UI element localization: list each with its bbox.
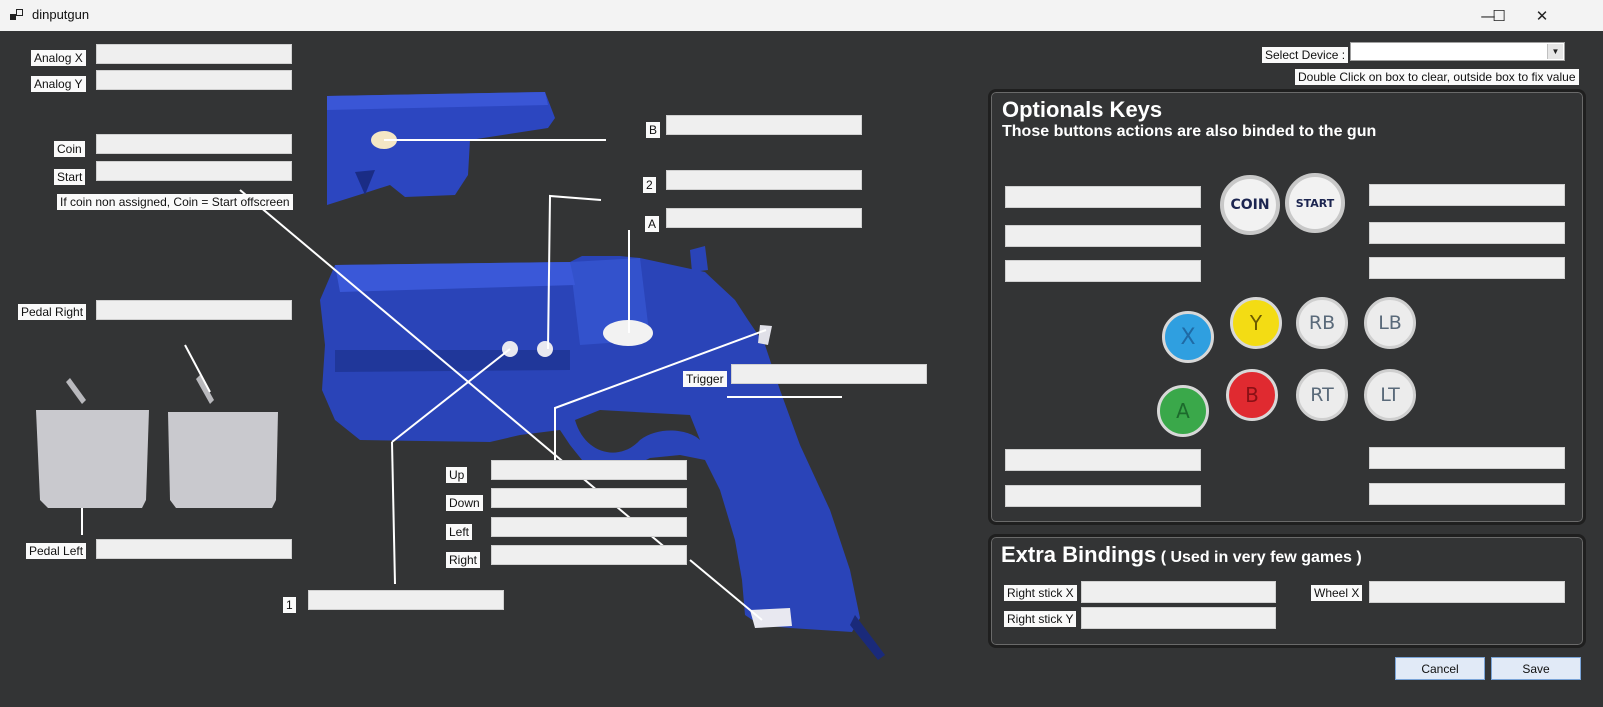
trigger-field[interactable] <box>731 364 927 384</box>
title-bar: dinputgun — ☐ ✕ <box>0 0 1603 31</box>
up-field[interactable] <box>491 460 687 480</box>
button-1-field[interactable] <box>308 590 504 610</box>
lt-button-icon[interactable]: LT <box>1364 369 1416 421</box>
button-1-label: 1 <box>283 597 296 613</box>
b-label: B <box>646 122 661 138</box>
left-field[interactable] <box>491 517 687 537</box>
coin-button-icon[interactable]: COIN <box>1220 175 1280 235</box>
pedal-left-label: Pedal Left <box>26 543 87 559</box>
select-device-label: Select Device : <box>1262 47 1349 63</box>
coin-note: If coin non assigned, Coin = Start offsc… <box>57 194 293 210</box>
maximize-button[interactable]: ☐ <box>1476 0 1522 31</box>
b-field[interactable] <box>666 115 862 135</box>
right-label: Right <box>446 552 481 568</box>
pedal-right-label: Pedal Right <box>18 304 87 320</box>
rb-button-text: RB <box>1308 312 1336 334</box>
coin-label: Coin <box>54 141 85 157</box>
optional-b-field[interactable] <box>1005 485 1201 507</box>
optional-rb-field[interactable] <box>1369 222 1565 244</box>
wheel-x-label: Wheel X <box>1311 585 1363 601</box>
trigger-label: Trigger <box>683 371 727 387</box>
a-label: A <box>645 216 660 232</box>
start-field[interactable] <box>96 161 292 181</box>
main-area: Analog X Analog Y Coin Start If coin non… <box>0 31 1603 707</box>
down-label: Down <box>446 495 483 511</box>
start-label: Start <box>54 169 86 185</box>
extra-bindings-subtitle: ( Used in very few games ) <box>1160 549 1362 566</box>
y-button-text: Y <box>1249 311 1263 335</box>
close-icon: ✕ <box>1535 6 1549 25</box>
pedal-right-field[interactable] <box>96 300 292 320</box>
a-button-text: A <box>1176 399 1190 423</box>
left-label: Left <box>446 524 473 540</box>
optional-x-field[interactable] <box>1005 260 1201 282</box>
rb-button-icon[interactable]: RB <box>1296 297 1348 349</box>
pedals-image <box>36 375 278 508</box>
right-stick-x-label: Right stick X <box>1004 585 1077 601</box>
save-button[interactable]: Save <box>1491 657 1581 680</box>
optional-a-field[interactable] <box>1005 449 1201 471</box>
start-button-icon[interactable]: START <box>1285 173 1345 233</box>
rt-button-text: RT <box>1310 384 1334 406</box>
close-button[interactable]: ✕ <box>1519 0 1565 31</box>
optional-rt-field[interactable] <box>1369 483 1565 505</box>
device-select[interactable]: ▼ <box>1350 42 1565 61</box>
right-field[interactable] <box>491 545 687 565</box>
small-gun-image <box>327 92 555 205</box>
start-button-text: START <box>1295 196 1335 210</box>
analog-x-label: Analog X <box>31 50 86 66</box>
analog-x-field[interactable] <box>96 44 292 64</box>
right-stick-y-label: Right stick Y <box>1004 611 1077 627</box>
optionals-title: Optionals Keys <box>1002 97 1163 122</box>
button-2-label: 2 <box>643 177 656 193</box>
a-field[interactable] <box>666 208 862 228</box>
app-icon <box>10 9 23 20</box>
wheel-x-field[interactable] <box>1369 581 1565 603</box>
extra-bindings-title: Extra Bindings <box>1001 542 1157 567</box>
extra-bindings-header: Extra Bindings ( Used in very few games … <box>1001 542 1362 568</box>
optional-coin-field[interactable] <box>1005 186 1201 208</box>
cancel-button[interactable]: Cancel <box>1395 657 1485 680</box>
right-stick-y-field[interactable] <box>1081 607 1276 629</box>
lb-button-icon[interactable]: LB <box>1364 297 1416 349</box>
up-label: Up <box>446 467 468 483</box>
lt-button-text: LT <box>1380 384 1400 406</box>
optional-y-field[interactable] <box>1005 225 1201 247</box>
b-button-text: B <box>1245 383 1259 407</box>
y-button-icon[interactable]: Y <box>1230 297 1282 349</box>
analog-y-field[interactable] <box>96 70 292 90</box>
optionals-subtitle: Those buttons actions are also binded to… <box>1002 123 1377 140</box>
optional-lb-field[interactable] <box>1369 257 1565 279</box>
window-title: dinputgun <box>32 7 90 22</box>
x-button-text: X <box>1180 324 1196 350</box>
pedal-left-field[interactable] <box>96 539 292 559</box>
chevron-down-icon[interactable]: ▼ <box>1547 44 1563 59</box>
analog-y-label: Analog Y <box>31 76 86 92</box>
lb-button-text: LB <box>1378 312 1402 334</box>
x-button-icon[interactable]: X <box>1162 311 1214 363</box>
optional-lt-field[interactable] <box>1369 447 1565 469</box>
b-button-icon[interactable]: B <box>1226 369 1278 421</box>
coin-button-text: COIN <box>1230 197 1270 213</box>
down-field[interactable] <box>491 488 687 508</box>
optional-start-field[interactable] <box>1369 184 1565 206</box>
a-button-icon[interactable]: A <box>1157 385 1209 437</box>
coin-field[interactable] <box>96 134 292 154</box>
maximize-icon: ☐ <box>1492 6 1506 25</box>
button-2-field[interactable] <box>666 170 862 190</box>
clear-hint: Double Click on box to clear, outside bo… <box>1295 69 1579 85</box>
right-stick-x-field[interactable] <box>1081 581 1276 603</box>
rt-button-icon[interactable]: RT <box>1296 369 1348 421</box>
